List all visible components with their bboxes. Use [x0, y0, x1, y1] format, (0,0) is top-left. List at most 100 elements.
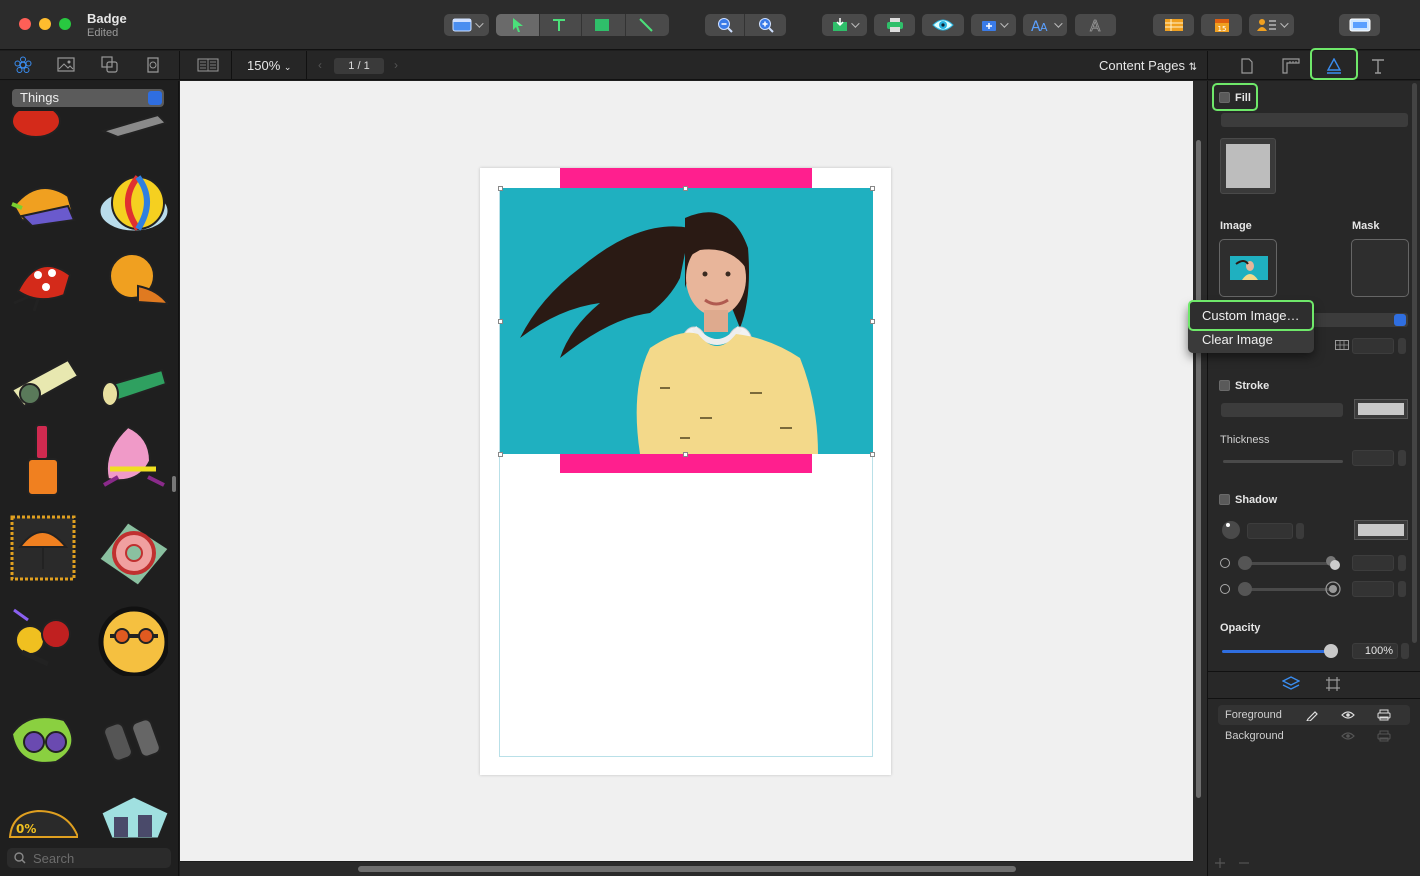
shadow-blur-field[interactable] — [1352, 581, 1394, 597]
custom-image-menu-item[interactable]: Custom Image… — [1202, 308, 1300, 323]
inspector-scrollbar[interactable] — [1412, 83, 1417, 643]
selection-handle[interactable] — [870, 319, 875, 324]
select-tool-button[interactable] — [496, 14, 540, 36]
fill-color-well[interactable] — [1220, 138, 1276, 194]
badge-page[interactable] — [480, 168, 891, 775]
selection-handle[interactable] — [498, 452, 503, 457]
content-pages-menu[interactable]: Content Pages ⇅ — [1099, 58, 1197, 73]
shadow-blur-radio[interactable] — [1220, 584, 1230, 594]
library-tab-clipart[interactable] — [14, 56, 32, 74]
library-category-select[interactable]: Things — [12, 89, 164, 107]
clipart-binoculars-green[interactable] — [8, 706, 78, 776]
library-tab-frames[interactable] — [144, 56, 162, 74]
zoom-in-button[interactable] — [745, 14, 786, 36]
canvas-horizontal-scrollbar[interactable] — [358, 866, 1016, 872]
shadow-angle-stepper[interactable] — [1296, 523, 1304, 539]
page-view-toggle[interactable] — [196, 56, 220, 74]
next-page-button[interactable]: › — [394, 58, 398, 72]
thickness-field[interactable] — [1352, 450, 1394, 466]
insert-button[interactable] — [822, 14, 867, 36]
layer-row-background[interactable]: Background — [1218, 726, 1410, 746]
close-window-button[interactable] — [19, 18, 31, 30]
clipart-text-sticker[interactable]: 0% — [8, 793, 78, 838]
clipart-mushroom-bug[interactable] — [8, 251, 78, 321]
selection-handle[interactable] — [498, 186, 503, 191]
layer-row-foreground[interactable]: Foreground — [1218, 705, 1410, 725]
inspector-tab-document[interactable] — [1237, 56, 1257, 76]
printer-icon[interactable] — [1377, 730, 1391, 742]
fill-type-popup[interactable] — [1221, 113, 1408, 127]
zoom-level-menu[interactable]: 150% ⌄ — [247, 58, 291, 73]
clipart-tool[interactable] — [98, 111, 168, 141]
mask-well[interactable] — [1351, 239, 1409, 297]
layout-button[interactable] — [444, 14, 489, 36]
selection-handle[interactable] — [683, 186, 688, 191]
shadow-blur-knob[interactable] — [1238, 582, 1252, 596]
eye-icon[interactable] — [1341, 710, 1355, 720]
selection-handle[interactable] — [870, 452, 875, 457]
document-canvas[interactable] — [180, 81, 1193, 861]
clipart-fruit-hat[interactable] — [98, 246, 168, 316]
shadow-offset-radio[interactable] — [1220, 558, 1230, 568]
layers-icon[interactable] — [1282, 676, 1300, 692]
inspector-tab-layout[interactable] — [1281, 56, 1301, 76]
preview-button[interactable] — [922, 14, 964, 36]
image-scale-stepper[interactable] — [1398, 338, 1406, 354]
table-button[interactable] — [1153, 14, 1194, 36]
zoom-out-button[interactable] — [705, 14, 745, 36]
shadow-blur-stepper[interactable] — [1398, 581, 1406, 597]
grid-icon[interactable] — [1325, 676, 1341, 692]
stroke-color-well[interactable] — [1354, 399, 1408, 419]
clipart-beach-ball[interactable] — [98, 171, 168, 241]
line-tool-button[interactable] — [626, 14, 669, 36]
library-tab-shapes[interactable] — [101, 56, 119, 74]
shadow-blur-slider[interactable] — [1240, 588, 1336, 591]
shadow-offset-field[interactable] — [1352, 555, 1394, 571]
media-button[interactable] — [971, 14, 1016, 36]
clipart-umbrella-frame[interactable] — [8, 513, 78, 583]
image-scaling-popup[interactable] — [1308, 313, 1408, 327]
clipart-binoculars-teal[interactable] — [98, 793, 168, 838]
image-well[interactable] — [1219, 239, 1277, 297]
selection-handle[interactable] — [683, 452, 688, 457]
pencil-icon[interactable] — [1306, 709, 1318, 721]
calendar-button[interactable]: 15 — [1201, 14, 1242, 36]
contacts-button[interactable] — [1249, 14, 1294, 36]
clipart-tomato[interactable] — [8, 111, 78, 141]
image-scale-field[interactable] — [1352, 338, 1394, 354]
clipart-tape-roll[interactable] — [98, 519, 168, 589]
clear-image-menu-item[interactable]: Clear Image — [1202, 332, 1273, 347]
clipart-nail-polish[interactable] — [8, 421, 78, 501]
thickness-stepper[interactable] — [1398, 450, 1406, 466]
opacity-stepper[interactable] — [1401, 643, 1409, 659]
library-scrollbar[interactable] — [172, 476, 176, 492]
selection-handle[interactable] — [498, 319, 503, 324]
printer-icon[interactable] — [1377, 709, 1391, 721]
clipart-flashlight-green[interactable] — [98, 356, 168, 426]
thickness-slider[interactable] — [1223, 460, 1343, 463]
clipart-binoculars-orange[interactable] — [8, 606, 78, 676]
clipart-binoculars-grey[interactable] — [98, 706, 168, 776]
canvas-vertical-scrollbar[interactable] — [1196, 140, 1201, 798]
stroke-checkbox[interactable] — [1219, 380, 1230, 391]
shadow-color-well[interactable] — [1354, 520, 1408, 540]
sidebar-toggle-button[interactable] — [1339, 14, 1380, 36]
shadow-angle-field[interactable] — [1247, 523, 1293, 539]
shadow-angle-dial-icon[interactable] — [1221, 520, 1241, 540]
shadow-offset-knob[interactable] — [1238, 556, 1252, 570]
shadow-offset-slider[interactable] — [1240, 562, 1336, 565]
clipart-flashlight-yellow[interactable] — [8, 346, 78, 416]
selection-handle[interactable] — [870, 186, 875, 191]
text-tool-button[interactable] — [540, 14, 582, 36]
remove-layer-icon[interactable] — [1238, 857, 1250, 869]
clipart-cap[interactable] — [8, 176, 78, 246]
stroke-style-popup[interactable] — [1221, 403, 1343, 417]
eye-icon[interactable] — [1341, 731, 1355, 741]
library-tab-images[interactable] — [57, 56, 75, 74]
shadow-offset-stepper[interactable] — [1398, 555, 1406, 571]
library-search-input[interactable]: Search — [7, 848, 171, 868]
clipart-jester-creature[interactable] — [98, 421, 168, 501]
shape-tool-button[interactable] — [582, 14, 626, 36]
minimize-window-button[interactable] — [39, 18, 51, 30]
print-button[interactable] — [874, 14, 915, 36]
